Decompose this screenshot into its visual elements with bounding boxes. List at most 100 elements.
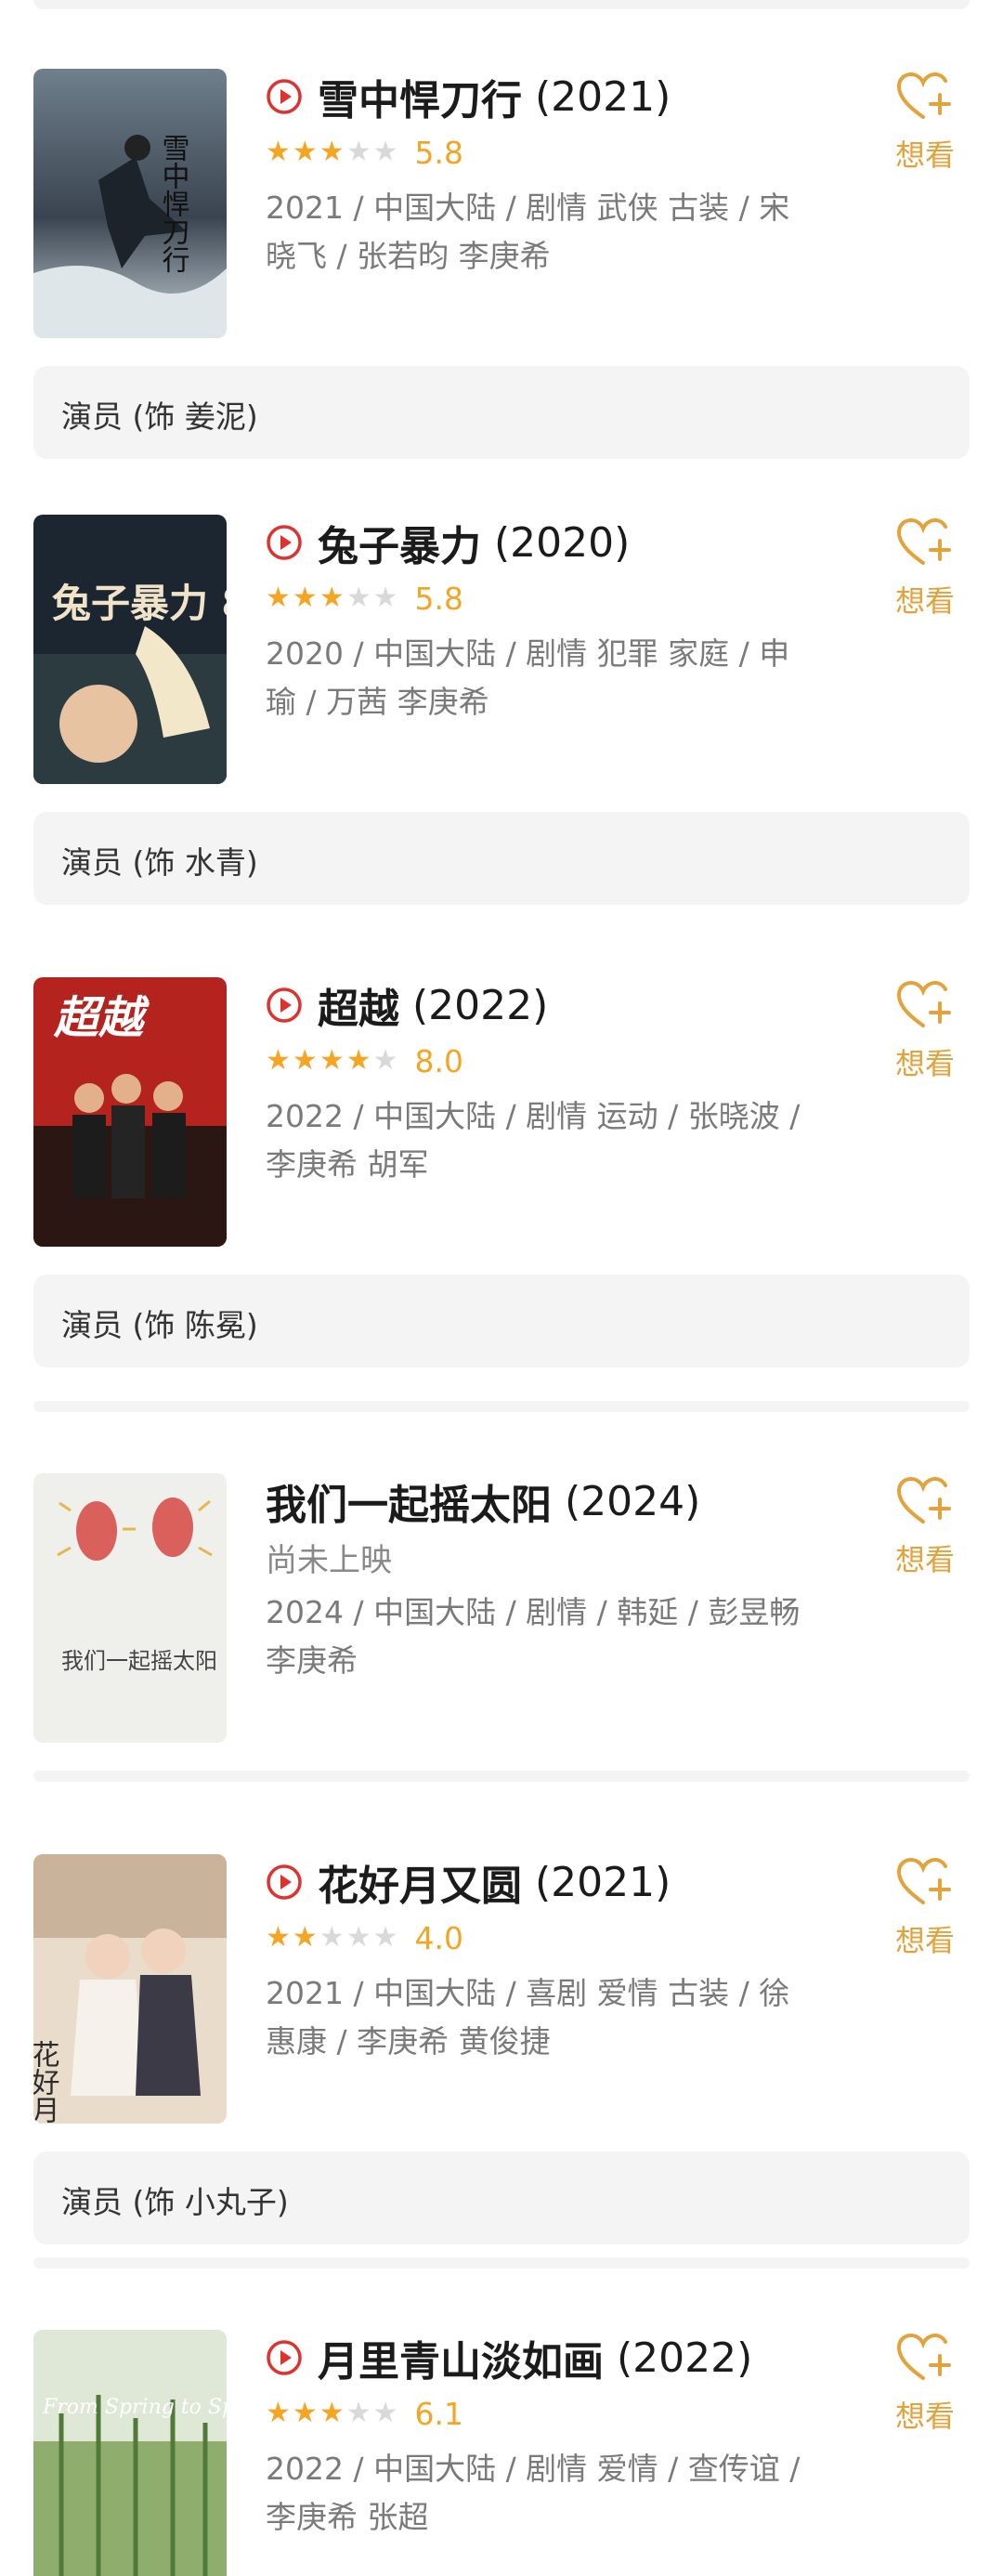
movie-year: (2024) (565, 1477, 701, 1525)
want-to-watch-label: 想看 (894, 1542, 955, 1577)
want-to-watch-button[interactable]: 想看 (888, 71, 962, 175)
rating-score: 6.1 (414, 2395, 464, 2432)
section-divider (33, 1401, 970, 1412)
heart-plus-icon (896, 72, 951, 119)
movie-poster[interactable]: 超越 (33, 977, 227, 1247)
movie-title[interactable]: 兔子暴力 (318, 513, 481, 572)
rating: 尚未上映 (266, 1536, 392, 1579)
movie-card[interactable]: 雪中悍刀行 雪中悍刀行 (2021) ★ ★ ★ ★ ★ 5.8 2021 / 中国大陆… (0, 69, 1003, 533)
star-icon: ★ (372, 1921, 398, 1954)
top-divider (33, 0, 970, 9)
release-status: 尚未上映 (266, 1541, 392, 1579)
heart-plus-icon (896, 517, 951, 565)
rating-score: 4.0 (414, 1919, 464, 1956)
movie-meta: 2024 / 中国大陆 / 剧情 / 韩延 / 彭昱畅 李庚希 (266, 1594, 801, 1679)
section-divider (33, 2257, 970, 2269)
role-text: 演员 (饰 姜泥) (61, 399, 258, 435)
rating: ★ ★ ★ ★ ★ 8.0 (266, 1040, 463, 1081)
movie-card[interactable]: 花好月圆 今日开播 花好月又圆 (2021) ★★★★★ 4.0 2021 / … (0, 1854, 1003, 2319)
role-text: 演员 (饰 陈冕) (61, 1307, 258, 1343)
want-to-watch-button[interactable]: 想看 (888, 1475, 962, 1579)
movie-year: (2021) (535, 1858, 671, 1906)
role-box: 演员 (饰 小丸子) (33, 2151, 970, 2244)
svg-text:我们一起摇太阳: 我们一起摇太阳 (61, 1648, 217, 1674)
heart-plus-icon (896, 980, 951, 1027)
movie-year: (2021) (535, 72, 671, 121)
want-to-watch-label: 想看 (894, 583, 955, 619)
star-icon: ★ (319, 1921, 345, 1954)
play-icon[interactable] (266, 987, 303, 1024)
svg-text:超越: 超越 (53, 992, 150, 1044)
movie-meta: 2021 / 中国大陆 / 喜剧 爱情 古装 / 徐惠康 / 李庚希 黄俊捷 (266, 1975, 790, 2059)
section-divider (33, 1771, 970, 1782)
movie-card[interactable]: 兔子暴力 8·14 兔子暴力 (2020) ★★★★★ 5.8 2020 / 中… (0, 515, 1003, 979)
star-icon: ★ (372, 582, 398, 614)
movie-poster[interactable]: 我们一起摇太阳 (33, 1473, 227, 1743)
heart-plus-icon (896, 2333, 951, 2380)
movie-title[interactable]: 月里青山淡如画 (318, 2330, 604, 2387)
want-to-watch-label: 想看 (894, 1923, 955, 1958)
star-icon: ★ (266, 136, 291, 168)
rating-score: 8.0 (414, 1042, 464, 1079)
role-box: 演员 (饰 陈冕) (33, 1275, 970, 1367)
movie-title[interactable]: 雪中悍刀行 (318, 67, 522, 126)
star-icon: ★ (292, 136, 318, 168)
movie-poster[interactable]: 兔子暴力 8·14 (33, 515, 227, 784)
movie-year: (2020) (494, 518, 631, 567)
movie-card[interactable]: From Spring to Spring 月里青山淡如画 (2022) ★★★… (0, 2330, 1003, 2576)
star-icon: ★ (372, 136, 398, 168)
heart-plus-icon (896, 1857, 951, 1904)
star-icon: ★ (372, 2397, 398, 2429)
svg-text:From Spring to Spring: From Spring to Spring (42, 2396, 227, 2419)
star-icon: ★ (292, 1044, 318, 1077)
star-icon: ★ (345, 1921, 371, 1954)
want-to-watch-label: 想看 (894, 1046, 955, 1081)
star-rating: ★ ★ ★ ★ ★ (266, 138, 398, 166)
rating: ★ ★ ★ ★ ★ 5.8 (266, 132, 463, 173)
movie-card[interactable]: 超越 超越 (2022) ★ ★ ★ ★ ★ 8.0 2022 / 中国大陆 / 剧情 … (0, 977, 1003, 1442)
movie-title[interactable]: 我们一起摇太阳 (266, 1471, 552, 1531)
svg-text:兔子暴力 8·14: 兔子暴力 8·14 (52, 581, 227, 626)
movie-meta: 2022 / 中国大陆 / 剧情 爱情 / 查传谊 / 李庚希 张超 (266, 2451, 801, 2535)
play-icon[interactable] (266, 78, 303, 115)
play-icon[interactable] (266, 524, 303, 561)
movie-poster[interactable]: From Spring to Spring (33, 2330, 227, 2576)
want-to-watch-label: 想看 (894, 137, 955, 173)
role-text: 演员 (饰 水青) (61, 844, 258, 881)
rating: ★ ★ ★ ★ ★ 4.0 (266, 1917, 463, 1958)
star-icon: ★ (345, 582, 371, 614)
rating: ★ ★ ★ ★ ★ 5.8 (266, 578, 463, 619)
star-icon: ★ (345, 2397, 371, 2429)
svg-text:雪中悍刀行: 雪中悍刀行 (157, 134, 190, 273)
star-icon: ★ (292, 582, 318, 614)
want-to-watch-button[interactable]: 想看 (888, 2332, 962, 2436)
star-icon: ★ (266, 1044, 291, 1077)
rating-score: 5.8 (414, 134, 464, 171)
star-icon: ★ (266, 2397, 291, 2429)
star-rating: ★ ★ ★ ★ ★ (266, 1047, 398, 1075)
star-icon: ★ (319, 1044, 345, 1077)
movie-title[interactable]: 超越 (318, 975, 399, 1035)
movie-title[interactable]: 花好月又圆 (318, 1852, 522, 1912)
rating: ★ ★ ★ ★ ★ 6.1 (266, 2393, 463, 2434)
play-icon[interactable] (266, 1863, 303, 1901)
star-icon: ★ (319, 2397, 345, 2429)
want-to-watch-label: 想看 (894, 2399, 955, 2434)
star-icon: ★ (266, 582, 291, 614)
want-to-watch-button[interactable]: 想看 (888, 1856, 962, 1960)
rating-score: 5.8 (414, 580, 464, 617)
role-box: 演员 (饰 水青) (33, 812, 970, 905)
movie-meta: 2020 / 中国大陆 / 剧情 犯罪 家庭 / 申瑜 / 万茜 李庚希 (266, 635, 790, 720)
star-icon: ★ (319, 582, 345, 614)
play-icon[interactable] (266, 2339, 303, 2376)
movie-poster[interactable]: 雪中悍刀行 (33, 69, 227, 338)
star-icon: ★ (292, 2397, 318, 2429)
heart-plus-icon (896, 1476, 951, 1523)
movie-year: (2022) (617, 2334, 753, 2382)
star-icon: ★ (345, 1044, 371, 1077)
star-icon: ★ (292, 1921, 318, 1954)
want-to-watch-button[interactable]: 想看 (888, 979, 962, 1083)
want-to-watch-button[interactable]: 想看 (888, 517, 962, 621)
movie-poster[interactable]: 花好月圆 今日开播 (33, 1854, 227, 2124)
role-text: 演员 (饰 小丸子) (61, 2184, 289, 2220)
